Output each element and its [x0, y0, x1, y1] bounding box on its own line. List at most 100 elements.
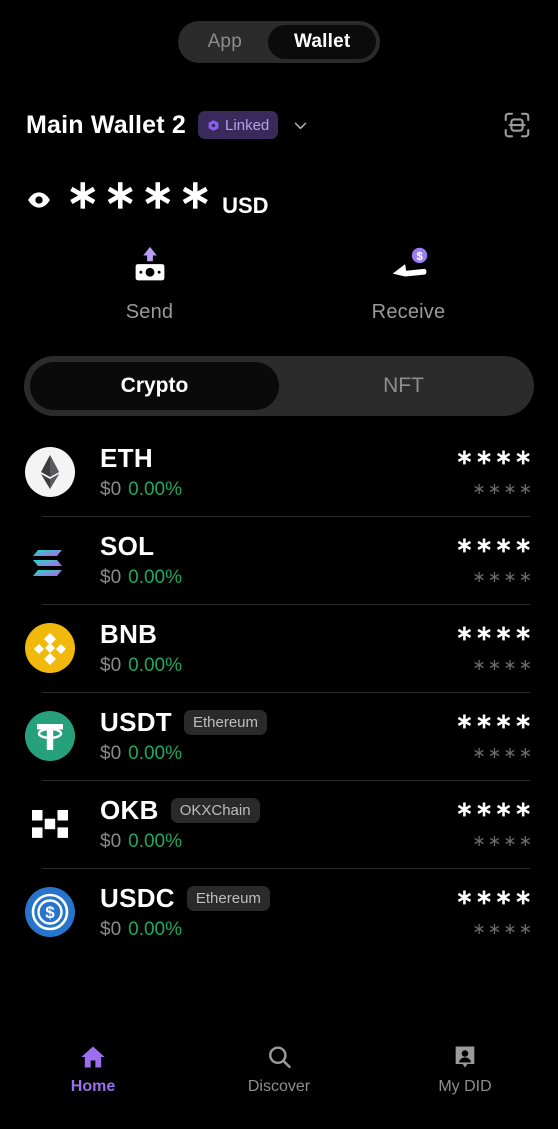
tab-crypto[interactable]: Crypto [30, 362, 279, 410]
send-label: Send [125, 301, 174, 323]
token-price: $0 [100, 743, 122, 764]
token-balance: ∗∗∗∗ ∗∗∗∗ [456, 709, 534, 763]
usdc-icon: $ [25, 887, 75, 937]
table-row[interactable]: USDT Ethereum $0 0.00% ∗∗∗∗ ∗∗∗∗ [24, 692, 534, 780]
nav-label-discover: Discover [247, 1078, 311, 1095]
token-value: ∗∗∗∗ [472, 833, 534, 850]
receive-label: Receive [371, 301, 446, 323]
token-amount: ∗∗∗∗ [455, 534, 534, 557]
tab-nft[interactable]: NFT [279, 362, 528, 410]
token-title-line: USDC Ethereum [100, 883, 446, 914]
linked-badge-label: Linked [225, 116, 270, 134]
asset-tabs[interactable]: Crypto NFT [24, 356, 534, 416]
usdt-icon [25, 711, 75, 761]
token-info: ETH $0 0.00% [100, 443, 446, 501]
quick-actions: Send $ Receive [0, 243, 558, 324]
token-balance: ∗∗∗∗ ∗∗∗∗ [456, 797, 534, 851]
token-info: SOL $0 0.00% [100, 531, 446, 589]
token-symbol: USDC [100, 883, 175, 913]
token-amount: ∗∗∗∗ [455, 710, 534, 733]
token-change: 0.00% [128, 831, 183, 852]
token-price-line: $0 0.00% [100, 567, 446, 589]
token-value: ∗∗∗∗ [472, 745, 534, 762]
token-price: $0 [100, 567, 122, 588]
token-balance: ∗∗∗∗ ∗∗∗∗ [456, 621, 534, 675]
token-info: USDT Ethereum $0 0.00% [100, 707, 446, 765]
token-balance: ∗∗∗∗ ∗∗∗∗ [456, 885, 534, 939]
token-chain-badge: OKXChain [170, 798, 260, 823]
send-button[interactable]: Send [20, 243, 279, 324]
eth-icon [25, 447, 75, 497]
token-price-line: $0 0.00% [100, 831, 446, 853]
send-banknote-up-icon [135, 246, 164, 281]
token-title-line: OKB OKXChain [100, 795, 446, 826]
token-value: ∗∗∗∗ [472, 921, 534, 938]
nav-item-discover[interactable]: Discover [186, 1043, 372, 1096]
eye-icon[interactable] [26, 187, 52, 213]
token-title-line: BNB [100, 619, 446, 650]
token-balance: ∗∗∗∗ ∗∗∗∗ [456, 533, 534, 587]
wallet-name[interactable]: Main Wallet 2 [26, 111, 186, 140]
token-value: ∗∗∗∗ [472, 481, 534, 498]
token-amount: ∗∗∗∗ [455, 798, 534, 821]
svg-text:$: $ [45, 903, 55, 922]
receive-hand-coin-icon: $ [392, 247, 427, 277]
toggle-option-wallet[interactable]: Wallet [267, 25, 377, 59]
token-symbol: USDT [100, 707, 172, 737]
toggle-option-app[interactable]: App [182, 25, 268, 59]
token-amount: ∗∗∗∗ [455, 446, 534, 469]
scan-qr-icon[interactable] [502, 110, 532, 140]
token-change: 0.00% [128, 743, 183, 764]
token-price: $0 [100, 831, 122, 852]
token-info: USDC Ethereum $0 0.00% [100, 883, 446, 941]
svg-text:$: $ [416, 251, 423, 263]
receive-button[interactable]: $ Receive [279, 243, 538, 324]
token-price-line: $0 0.00% [100, 655, 446, 677]
token-change: 0.00% [128, 655, 183, 676]
token-price-line: $0 0.00% [100, 919, 446, 941]
token-price: $0 [100, 479, 122, 500]
chevron-down-icon[interactable] [292, 117, 309, 134]
bnb-icon [25, 623, 75, 673]
sol-icon [33, 550, 62, 576]
table-row[interactable]: SOL $0 0.00% ∗∗∗∗ ∗∗∗∗ [24, 516, 534, 604]
home-icon [81, 1046, 105, 1068]
nav-item-home[interactable]: Home [0, 1043, 186, 1096]
nav-label-my-did: My DID [438, 1078, 492, 1095]
token-change: 0.00% [128, 919, 183, 940]
balance-currency: USD [222, 193, 269, 218]
linked-status-badge[interactable]: Linked [198, 111, 279, 139]
token-title-line: SOL [100, 531, 446, 562]
token-value: ∗∗∗∗ [472, 569, 534, 586]
token-price-line: $0 0.00% [100, 743, 446, 765]
balance-section: ∗∗∗∗ USD [0, 165, 558, 218]
bottom-navigation: Home Discover My DID [0, 1033, 558, 1129]
token-chain-badge: Ethereum [183, 710, 268, 735]
nav-item-my-did[interactable]: My DID [372, 1043, 558, 1096]
table-row[interactable]: $ USDC Ethereum $0 0.00% ∗∗∗∗ ∗∗∗∗ [24, 868, 534, 956]
balance-amount: ∗∗∗∗ [66, 173, 217, 217]
table-row[interactable]: BNB $0 0.00% ∗∗∗∗ ∗∗∗∗ [24, 604, 534, 692]
table-row[interactable]: OKB OKXChain $0 0.00% ∗∗∗∗ ∗∗∗∗ [24, 780, 534, 868]
okb-icon [32, 810, 68, 838]
token-amount: ∗∗∗∗ [455, 622, 534, 645]
nav-label-home: Home [70, 1078, 116, 1095]
token-symbol: BNB [100, 619, 158, 649]
token-symbol: ETH [100, 443, 153, 473]
token-info: OKB OKXChain $0 0.00% [100, 795, 446, 853]
asset-tabs-container: Crypto NFT [0, 356, 558, 416]
token-price: $0 [100, 919, 122, 940]
token-balance: ∗∗∗∗ ∗∗∗∗ [456, 445, 534, 499]
wallet-header: Main Wallet 2 Linked [0, 103, 558, 147]
token-value: ∗∗∗∗ [472, 657, 534, 674]
token-change: 0.00% [128, 567, 183, 588]
token-chain-badge: Ethereum [186, 886, 270, 911]
app-wallet-toggle[interactable]: App Wallet [177, 21, 381, 63]
table-row[interactable]: ETH $0 0.00% ∗∗∗∗ ∗∗∗∗ [24, 428, 534, 516]
token-price: $0 [100, 655, 122, 676]
top-toggle-container: App Wallet [0, 0, 558, 63]
search-icon [269, 1046, 291, 1069]
token-symbol: OKB [100, 795, 159, 825]
token-info: BNB $0 0.00% [100, 619, 446, 677]
token-title-line: ETH [100, 443, 446, 474]
